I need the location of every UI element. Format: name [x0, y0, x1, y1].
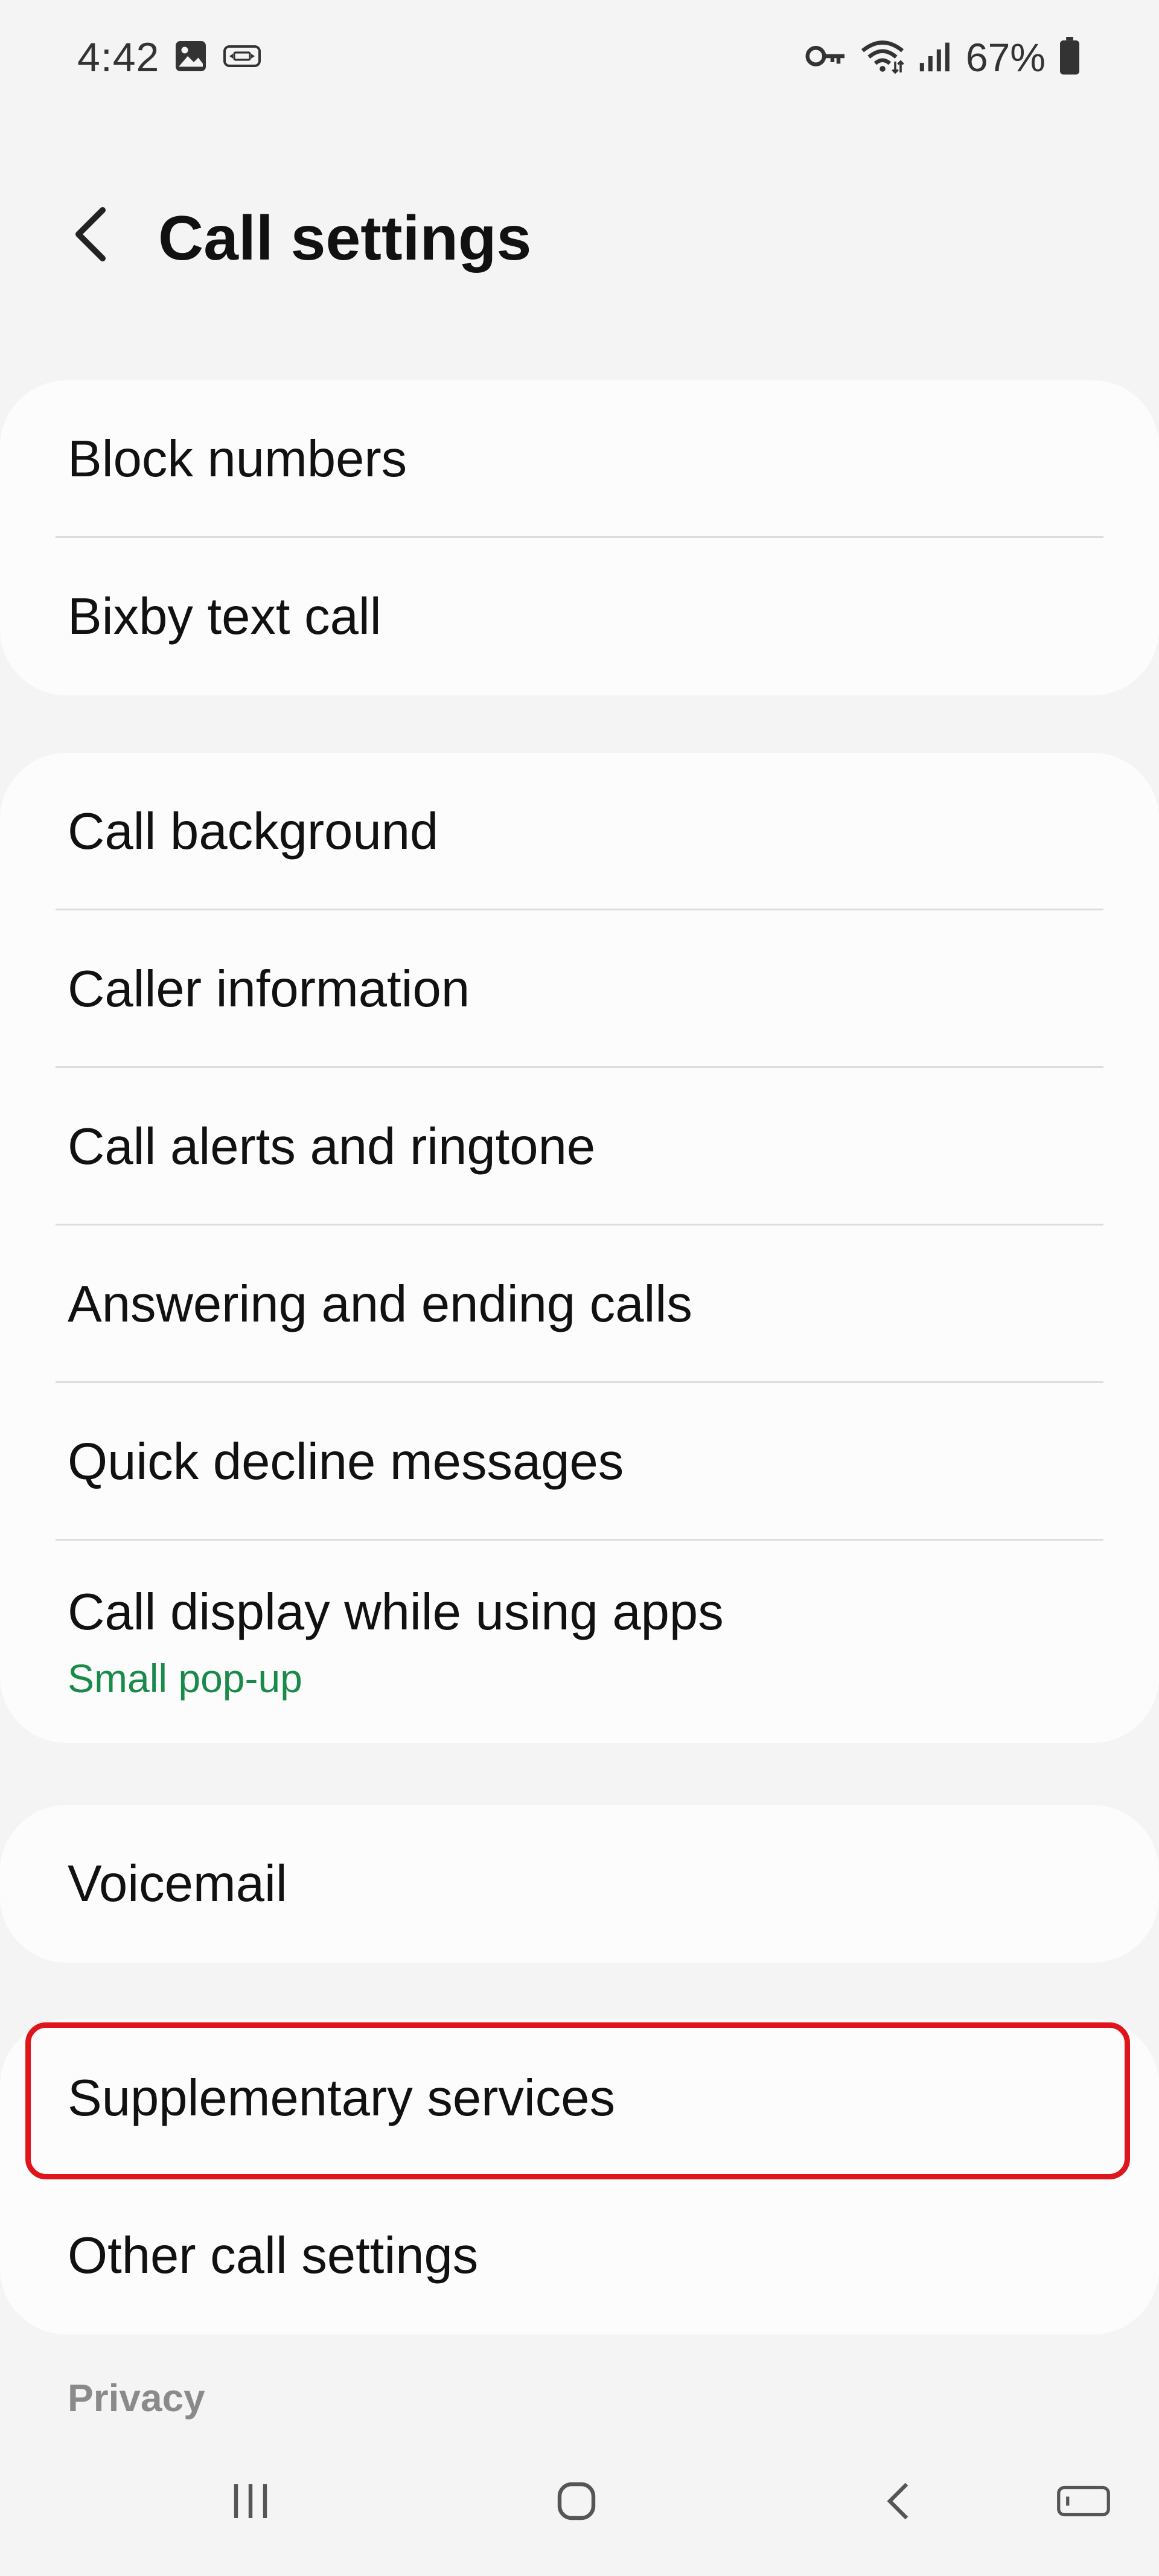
settings-group-3: Voicemail	[0, 1805, 1159, 1963]
item-label: Block numbers	[68, 430, 407, 488]
battery-percent: 67%	[965, 35, 1046, 80]
cast-icon	[222, 42, 262, 74]
home-button[interactable]	[537, 2463, 616, 2542]
nav-back-button[interactable]	[860, 2463, 939, 2542]
supplementary-services-item[interactable]: Supplementary services	[0, 2019, 1159, 2177]
item-sublabel: Small pop-up	[68, 1655, 302, 1701]
call-settings-screen: 4:42 67% Call settings Block numbers Bix…	[0, 0, 1159, 2576]
battery-icon	[1059, 36, 1081, 78]
call-display-while-using-apps-item[interactable]: Call display while using apps Small pop-…	[0, 1541, 1159, 1743]
status-time: 4:42	[77, 34, 160, 80]
voicemail-item[interactable]: Voicemail	[0, 1805, 1159, 1963]
item-label: Answering and ending calls	[68, 1275, 692, 1333]
item-label: Supplementary services	[68, 2069, 616, 2127]
navigation-bar	[0, 2433, 1159, 2576]
status-bar-right: 67%	[805, 34, 1081, 80]
vpn-key-icon	[805, 41, 848, 74]
app-bar: Call settings	[0, 175, 1159, 296]
caller-information-item[interactable]: Caller information	[0, 910, 1159, 1068]
back-button[interactable]	[60, 199, 121, 272]
item-label: Quick decline messages	[68, 1433, 624, 1491]
item-label: Call alerts and ringtone	[68, 1117, 596, 1175]
recent-apps-button[interactable]	[211, 2463, 290, 2542]
keyboard-button[interactable]	[1044, 2469, 1123, 2536]
signal-icon	[918, 39, 953, 76]
call-alerts-ringtone-item[interactable]: Call alerts and ringtone	[0, 1068, 1159, 1226]
home-icon	[552, 2477, 601, 2528]
status-bar: 4:42 67%	[0, 0, 1159, 115]
wifi-icon	[861, 37, 904, 78]
back-icon	[875, 2477, 924, 2528]
page-title: Call settings	[158, 203, 532, 273]
chevron-left-icon	[69, 204, 112, 267]
settings-group-4: Supplementary services Other call settin…	[0, 2019, 1159, 2335]
image-icon	[173, 38, 209, 77]
recent-apps-icon	[226, 2477, 275, 2528]
bixby-text-call-item[interactable]: Bixby text call	[0, 538, 1159, 695]
item-label: Call display while using apps	[68, 1583, 724, 1641]
settings-group-2: Call background Caller information Call …	[0, 753, 1159, 1743]
item-label: Voicemail	[68, 1855, 287, 1913]
privacy-section-header: Privacy	[68, 2376, 205, 2420]
item-label: Caller information	[68, 960, 470, 1018]
settings-group-1: Block numbers Bixby text call	[0, 380, 1159, 695]
quick-decline-messages-item[interactable]: Quick decline messages	[0, 1383, 1159, 1541]
keyboard-icon	[1056, 2482, 1111, 2523]
item-label: Call background	[68, 802, 439, 860]
other-call-settings-item[interactable]: Other call settings	[0, 2177, 1159, 2335]
item-label: Other call settings	[68, 2226, 479, 2284]
item-label: Bixby text call	[68, 587, 382, 645]
answering-ending-calls-item[interactable]: Answering and ending calls	[0, 1226, 1159, 1383]
call-background-item[interactable]: Call background	[0, 753, 1159, 910]
block-numbers-item[interactable]: Block numbers	[0, 380, 1159, 538]
status-bar-left: 4:42	[77, 34, 262, 81]
